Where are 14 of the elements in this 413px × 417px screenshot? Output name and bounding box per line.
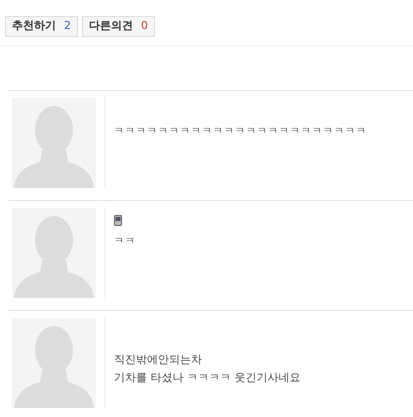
vote-count: 0 (141, 18, 148, 34)
comment-text: ㅋㅋ (114, 235, 136, 249)
comment-text: 직진밖에안되는차 (114, 352, 203, 368)
avatar-icon (12, 98, 96, 188)
vote-label: 다른의견 (89, 18, 133, 34)
comment-text: 기차를 타셨나 ㅋㅋㅋㅋ 웃긴기사네요 (114, 370, 300, 386)
phone-icon (114, 214, 122, 226)
vote-label: 추천하기 (12, 18, 56, 34)
vote-count: 2 (64, 18, 71, 34)
vote-button[interactable]: 추천하기 2 (5, 16, 78, 37)
avatar-icon (12, 208, 96, 298)
avatar-icon (12, 318, 96, 408)
comment-text: ㅋㅋㅋㅋㅋㅋㅋㅋㅋㅋㅋㅋㅋㅋㅋㅋㅋㅋㅋㅋㅋㅋㅋ (114, 125, 367, 139)
vote-button[interactable]: 다른의견 0 (82, 16, 155, 37)
